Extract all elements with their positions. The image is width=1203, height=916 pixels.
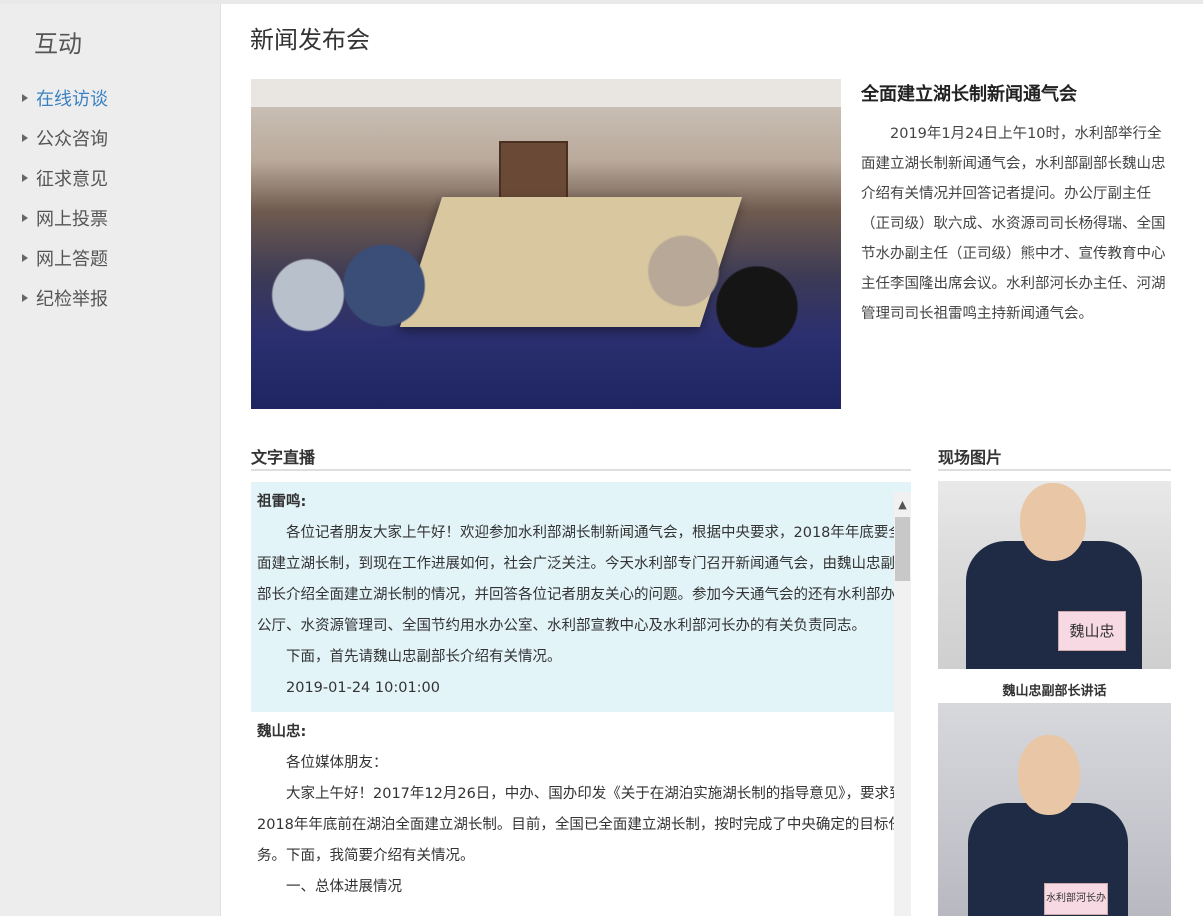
- triangle-right-icon: [22, 94, 28, 102]
- live-timestamp: 2019-01-24 10:01:00: [286, 680, 440, 696]
- live-paragraph: 大家上午好！2017年12月26日，中办、国办印发《关于在湖泊实施湖长制的指导意…: [257, 786, 904, 864]
- photo-speaker-face: [1018, 735, 1080, 815]
- gallery-section-title: 现场图片: [938, 448, 1003, 467]
- triangle-right-icon: [22, 294, 28, 302]
- sidebar-item-label: 网上投票: [36, 209, 108, 230]
- live-paragraph: 各位媒体朋友：: [286, 755, 388, 771]
- sidebar-item-online-quiz[interactable]: 网上答题: [22, 238, 108, 278]
- triangle-right-icon: [22, 134, 28, 142]
- live-paragraph: 一、总体进展情况: [286, 879, 402, 895]
- speaker-name: 魏山忠:: [257, 724, 307, 740]
- triangle-right-icon: [22, 214, 28, 222]
- sidebar-item-label: 征求意见: [36, 169, 108, 190]
- photo-attendees-right: [631, 199, 841, 379]
- triangle-right-icon: [22, 174, 28, 182]
- sidebar-item-label: 在线访谈: [36, 89, 108, 110]
- sidebar-nav: 在线访谈 公众咨询 征求意见 网上投票 网上答题 纪检举报: [22, 78, 108, 318]
- gallery-photo[interactable]: 水利部河长办: [938, 703, 1171, 916]
- sidebar-item-solicit-opinions[interactable]: 征求意见: [22, 158, 108, 198]
- live-section-divider: [251, 469, 911, 471]
- live-text-feed[interactable]: 祖雷鸣: 各位记者朋友大家上午好！欢迎参加水利部湖长制新闻通气会，根据中央要求，…: [251, 482, 911, 916]
- live-feed-scrollbar[interactable]: ▲: [894, 492, 911, 916]
- speaker-name: 祖雷鸣:: [257, 494, 307, 510]
- live-paragraph: 各位记者朋友大家上午好！欢迎参加水利部湖长制新闻通气会，根据中央要求，2018年…: [257, 525, 903, 634]
- article-summary: 2019年1月24日上午10时，水利部举行全面建立湖长制新闻通气会，水利部副部长…: [861, 126, 1166, 322]
- sidebar-item-label: 公众咨询: [36, 129, 108, 150]
- gallery-photo-caption[interactable]: 魏山忠副部长讲话: [938, 680, 1171, 699]
- sidebar-item-discipline-report[interactable]: 纪检举报: [22, 278, 108, 318]
- photo-nameplate: 魏山忠: [1058, 611, 1126, 651]
- live-entry: 魏山忠: 各位媒体朋友： 大家上午好！2017年12月26日，中办、国办印发《关…: [251, 712, 911, 905]
- sidebar-item-label: 纪检举报: [36, 289, 108, 310]
- sidebar: 互动 在线访谈 公众咨询 征求意见 网上投票 网上答题 纪检举报: [0, 4, 221, 916]
- photo-attendees-left: [251, 219, 441, 409]
- press-conference-photo[interactable]: [251, 79, 841, 409]
- scroll-up-icon[interactable]: ▲: [894, 492, 911, 517]
- sidebar-item-online-interview[interactable]: 在线访谈: [22, 78, 108, 118]
- article-title[interactable]: 全面建立湖长制新闻通气会: [861, 80, 1077, 106]
- live-section-title: 文字直播: [251, 448, 316, 467]
- page-title: 新闻发布会: [250, 26, 370, 54]
- live-entry: 祖雷鸣: 各位记者朋友大家上午好！欢迎参加水利部湖长制新闻通气会，根据中央要求，…: [251, 482, 911, 712]
- scroll-thumb[interactable]: [895, 517, 910, 581]
- sidebar-title: 互动: [34, 30, 82, 58]
- sidebar-item-public-consultation[interactable]: 公众咨询: [22, 118, 108, 158]
- sidebar-item-online-voting[interactable]: 网上投票: [22, 198, 108, 238]
- live-paragraph: 下面，首先请魏山忠副部长介绍有关情况。: [286, 649, 562, 665]
- photo-speaker-face: [1020, 483, 1086, 561]
- sidebar-item-label: 网上答题: [36, 249, 108, 270]
- photo-nameplate: 水利部河长办: [1044, 883, 1108, 915]
- photo-ceiling: [251, 79, 841, 107]
- main-content: 新闻发布会 全面建立湖长制新闻通气会 2019年1月24日上午10时，水利部举行…: [221, 4, 1203, 916]
- gallery-photo[interactable]: 魏山忠: [938, 481, 1171, 669]
- photo-door: [499, 141, 568, 205]
- gallery-section-divider: [938, 469, 1171, 471]
- triangle-right-icon: [22, 254, 28, 262]
